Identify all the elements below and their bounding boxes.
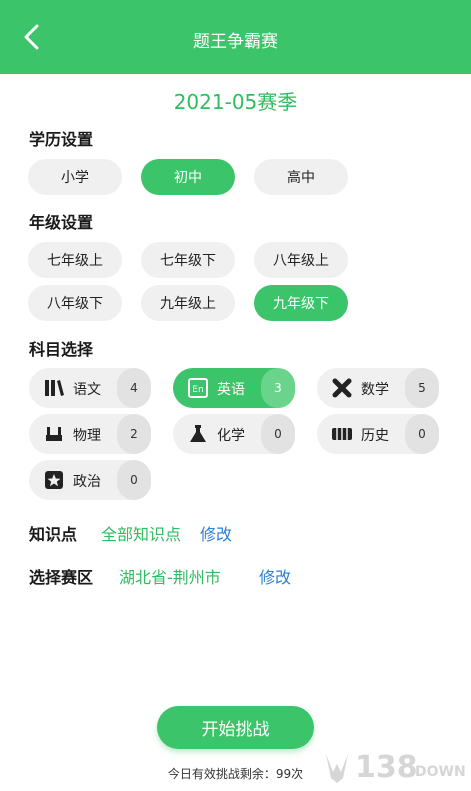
subject-count: 2 xyxy=(117,414,151,454)
education-option-primary[interactable]: 小学 xyxy=(28,159,122,195)
subject-name: 语文 xyxy=(73,382,101,398)
subject-count: 0 xyxy=(405,414,439,454)
subject-history[interactable]: 历史 0 xyxy=(317,414,439,454)
region-edit-link[interactable]: 修改 xyxy=(259,564,291,588)
subject-politics[interactable]: 政治 0 xyxy=(29,460,151,500)
subject-count: 5 xyxy=(405,368,439,408)
education-option-senior[interactable]: 高中 xyxy=(254,159,348,195)
page-title: 题王争霸赛 xyxy=(193,32,278,52)
education-option-junior[interactable]: 初中 xyxy=(141,159,235,195)
start-challenge-button[interactable]: 开始挑战 xyxy=(157,706,314,749)
svg-text:En: En xyxy=(192,385,203,395)
subject-count: 0 xyxy=(117,460,151,500)
watermark-logo-icon xyxy=(326,754,348,783)
subject-section-label: 科目选择 xyxy=(29,340,94,359)
subject-count: 3 xyxy=(261,368,295,408)
grade-option[interactable]: 八年级上 xyxy=(254,242,348,278)
subject-math[interactable]: 数学 5 xyxy=(317,368,439,408)
subject-name: 历史 xyxy=(361,428,389,444)
education-section-label: 学历设置 xyxy=(29,130,94,149)
grade-section-label: 年级设置 xyxy=(29,213,94,232)
subject-chemistry[interactable]: 化学 0 xyxy=(173,414,295,454)
knowledge-value: 全部知识点 xyxy=(101,525,182,544)
grade-option[interactable]: 七年级上 xyxy=(28,242,122,278)
subject-name: 化学 xyxy=(217,428,245,444)
subject-chinese[interactable]: 语文 4 xyxy=(29,368,151,408)
grade-option[interactable]: 九年级上 xyxy=(141,285,235,321)
subject-name: 数学 xyxy=(361,382,389,398)
watermark: 138 DOWN xyxy=(323,748,466,788)
physics-magnet-icon xyxy=(46,427,62,441)
subject-name: 物理 xyxy=(73,428,101,444)
region-label: 选择赛区 xyxy=(29,568,94,587)
knowledge-edit-link[interactable]: 修改 xyxy=(200,521,232,545)
chemistry-flask-icon xyxy=(190,425,206,442)
subject-count: 4 xyxy=(117,368,151,408)
politics-star-icon xyxy=(45,471,63,489)
subject-count: 0 xyxy=(261,414,295,454)
english-en-icon: En xyxy=(188,378,208,398)
watermark-suffix: DOWN xyxy=(415,764,466,780)
subject-name: 英语 xyxy=(217,382,245,398)
region-value: 湖北省-荆州市 xyxy=(119,568,221,587)
season-title: 2021-05赛季 xyxy=(173,90,298,114)
subject-english[interactable]: En 英语 3 xyxy=(173,368,295,408)
history-scroll-icon xyxy=(332,428,352,440)
grade-option[interactable]: 七年级下 xyxy=(141,242,235,278)
grade-option-selected[interactable]: 九年级下 xyxy=(254,285,348,321)
knowledge-label: 知识点 xyxy=(29,525,78,544)
watermark-number: 138 xyxy=(355,750,418,785)
top-bar: 题王争霸赛 xyxy=(0,0,471,74)
math-cross-icon xyxy=(332,378,352,398)
subject-name: 政治 xyxy=(73,474,101,490)
books-icon xyxy=(45,380,64,396)
grade-option[interactable]: 八年级下 xyxy=(28,285,122,321)
subject-physics[interactable]: 物理 2 xyxy=(29,414,151,454)
